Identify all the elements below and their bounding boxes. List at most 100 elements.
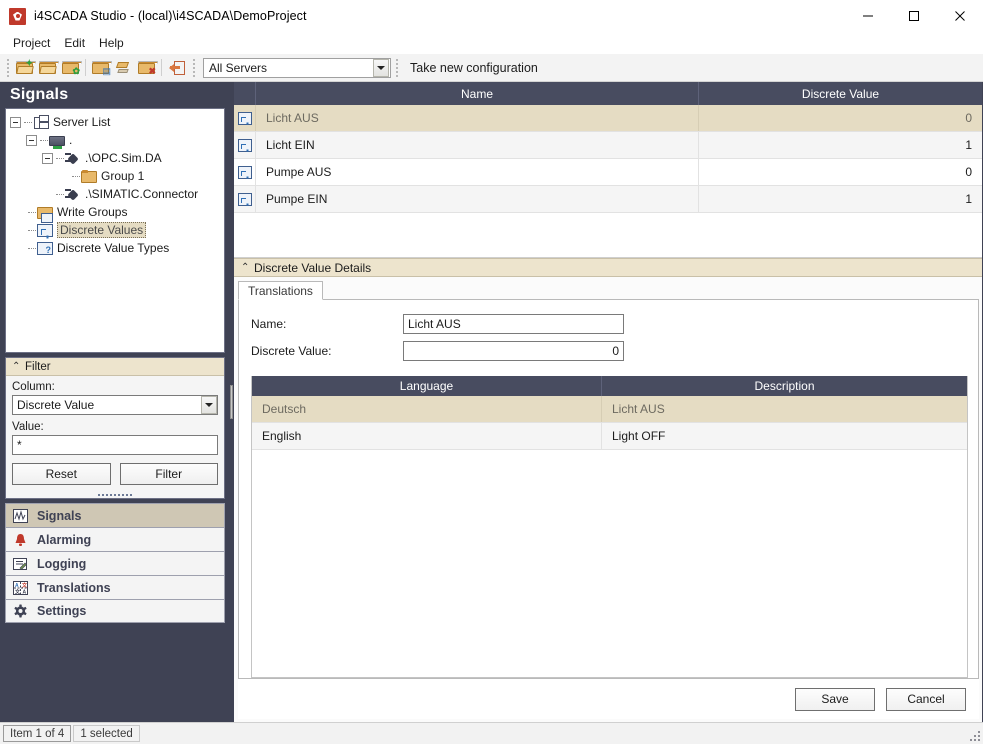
server-select[interactable]: All Servers bbox=[203, 58, 391, 78]
menu-item-edit[interactable]: Edit bbox=[57, 34, 92, 52]
row-name: Pumpe AUS bbox=[256, 159, 699, 185]
sidebar-item-logging[interactable]: Logging bbox=[5, 551, 225, 575]
main-body: Signals Server List . bbox=[0, 82, 983, 722]
tree-item-label: .\SIMATIC.Connector bbox=[85, 187, 198, 201]
sidebar-item-alarming[interactable]: Alarming bbox=[5, 527, 225, 551]
grid-empty-space bbox=[234, 213, 982, 257]
toolbar-grip-2[interactable] bbox=[190, 58, 197, 78]
translations-header-row: Language Description bbox=[252, 376, 967, 396]
tree-item-opc-sim-da[interactable]: .\OPC.Sim.DA bbox=[6, 149, 224, 167]
translation-description: Light OFF bbox=[602, 423, 967, 449]
clean-button[interactable] bbox=[112, 56, 135, 79]
chevron-down-icon[interactable] bbox=[373, 59, 389, 77]
status-bar: Item 1 of 4 1 selected bbox=[0, 722, 983, 744]
filter-button-row: Reset Filter bbox=[12, 463, 218, 485]
window-title: i4SCADA Studio - (local)\i4SCADA\DemoPro… bbox=[34, 9, 307, 23]
translations-header-description[interactable]: Description bbox=[602, 376, 967, 396]
menu-item-help[interactable]: Help bbox=[92, 34, 131, 52]
toolbar-grip[interactable] bbox=[4, 58, 11, 78]
logging-icon bbox=[13, 557, 30, 571]
save-project-button[interactable]: ✿ bbox=[59, 56, 82, 79]
name-field-row: Name: Licht AUS bbox=[251, 314, 968, 334]
save-button[interactable]: Save bbox=[795, 688, 875, 711]
filter-button[interactable]: Filter bbox=[120, 463, 219, 485]
grid-header-icon-col[interactable] bbox=[234, 82, 256, 105]
tree-item-local-computer[interactable]: . bbox=[6, 131, 224, 149]
import-button[interactable]: ▤ bbox=[89, 56, 112, 79]
sidebar-item-label: Signals bbox=[37, 509, 81, 523]
name-input[interactable]: Licht AUS bbox=[403, 314, 624, 334]
translation-description: Licht AUS bbox=[602, 396, 967, 422]
row-icon-cell bbox=[234, 186, 256, 212]
details-panel-body: Translations Name: Licht AUS Discrete Va… bbox=[234, 277, 982, 722]
grid-header-row: Name Discrete Value bbox=[234, 82, 982, 105]
table-row[interactable]: Deutsch Licht AUS bbox=[252, 396, 967, 423]
table-row[interactable]: Licht AUS 0 bbox=[234, 105, 982, 132]
sidebar-item-settings[interactable]: Settings bbox=[5, 599, 225, 623]
sidebar-title: Signals bbox=[1, 82, 229, 108]
grid-header-discrete-value[interactable]: Discrete Value bbox=[699, 82, 982, 105]
server-select-value: All Servers bbox=[204, 61, 373, 75]
chevron-up-icon[interactable]: ⌃ bbox=[12, 362, 20, 372]
toolbar-grip-3[interactable] bbox=[393, 58, 400, 78]
filter-column-label: Column: bbox=[12, 381, 218, 393]
translations-header-language[interactable]: Language bbox=[252, 376, 602, 396]
sidebar-item-translations[interactable]: A文文A Translations bbox=[5, 575, 225, 599]
new-project-button[interactable]: ✦ bbox=[13, 56, 36, 79]
expander-icon[interactable] bbox=[42, 153, 53, 164]
sidebar-item-label: Settings bbox=[37, 604, 86, 618]
filter-resize-grip[interactable] bbox=[6, 491, 224, 498]
take-new-configuration-button[interactable]: Take new configuration bbox=[402, 61, 546, 75]
expander-icon[interactable] bbox=[26, 135, 37, 146]
grid-header-name[interactable]: Name bbox=[256, 82, 699, 105]
chevron-up-icon[interactable]: ⌃ bbox=[241, 263, 249, 273]
tree-item-discrete-value-types[interactable]: Discrete Value Types bbox=[6, 239, 224, 257]
sidebar-item-signals[interactable]: Signals bbox=[5, 503, 225, 527]
tab-translations[interactable]: Translations bbox=[238, 281, 323, 300]
tree-item-label: .\OPC.Sim.DA bbox=[85, 151, 162, 165]
chevron-down-icon[interactable] bbox=[201, 396, 217, 414]
tree-item-simatic-connector[interactable]: .\SIMATIC.Connector bbox=[6, 185, 224, 203]
translation-language: Deutsch bbox=[252, 396, 602, 422]
server-list-icon bbox=[33, 115, 49, 130]
filter-panel-header[interactable]: ⌃ Filter bbox=[6, 358, 224, 376]
row-name: Pumpe EIN bbox=[256, 186, 699, 212]
cancel-button[interactable]: Cancel bbox=[886, 688, 966, 711]
filter-panel-body: Column: Discrete Value Value: * Reset Fi… bbox=[6, 376, 224, 491]
folder-icon bbox=[81, 171, 97, 183]
filter-value-label: Value: bbox=[12, 421, 218, 433]
discrete-value-icon bbox=[238, 112, 252, 125]
details-panel-header[interactable]: ⌃ Discrete Value Details bbox=[234, 258, 982, 277]
tree-item-label: Group 1 bbox=[101, 169, 144, 183]
signals-tree[interactable]: Server List . .\OPC.Sim.DA bbox=[5, 108, 225, 353]
resize-grip-icon[interactable] bbox=[967, 728, 980, 741]
tree-item-server-list[interactable]: Server List bbox=[6, 113, 224, 131]
tree-item-discrete-values[interactable]: Discrete Values bbox=[6, 221, 224, 239]
discrete-value-label: Discrete Value: bbox=[251, 344, 403, 358]
tree-item-write-groups[interactable]: Write Groups bbox=[6, 203, 224, 221]
menu-item-project[interactable]: Project bbox=[6, 34, 57, 52]
reset-button[interactable]: Reset bbox=[12, 463, 111, 485]
tree-item-group-1[interactable]: Group 1 bbox=[6, 167, 224, 185]
open-project-button[interactable] bbox=[36, 56, 59, 79]
table-row[interactable]: English Light OFF bbox=[252, 423, 967, 450]
translations-grid: Language Description Deutsch Licht AUS E… bbox=[251, 376, 968, 678]
exit-button[interactable] bbox=[165, 56, 188, 79]
status-selection-info: 1 selected bbox=[73, 725, 139, 742]
table-row[interactable]: Pumpe EIN 1 bbox=[234, 186, 982, 213]
toolbar-separator bbox=[161, 59, 162, 76]
table-row[interactable]: Licht EIN 1 bbox=[234, 132, 982, 159]
filter-column-select[interactable]: Discrete Value bbox=[12, 395, 218, 415]
sidebar: Signals Server List . bbox=[1, 82, 229, 722]
toolbar: ✦ ✿ ▤ bbox=[0, 54, 983, 82]
discrete-value-input[interactable]: 0 bbox=[403, 341, 624, 361]
minimize-icon[interactable] bbox=[845, 0, 891, 32]
expander-icon[interactable] bbox=[10, 117, 21, 128]
maximize-icon[interactable] bbox=[891, 0, 937, 32]
table-row[interactable]: Pumpe AUS 0 bbox=[234, 159, 982, 186]
row-discrete-value: 0 bbox=[699, 105, 982, 131]
close-icon[interactable] bbox=[937, 0, 983, 32]
filter-value-input[interactable]: * bbox=[12, 435, 218, 455]
details-button-row: Save Cancel bbox=[238, 679, 979, 719]
delete-button[interactable]: ✖ bbox=[135, 56, 158, 79]
